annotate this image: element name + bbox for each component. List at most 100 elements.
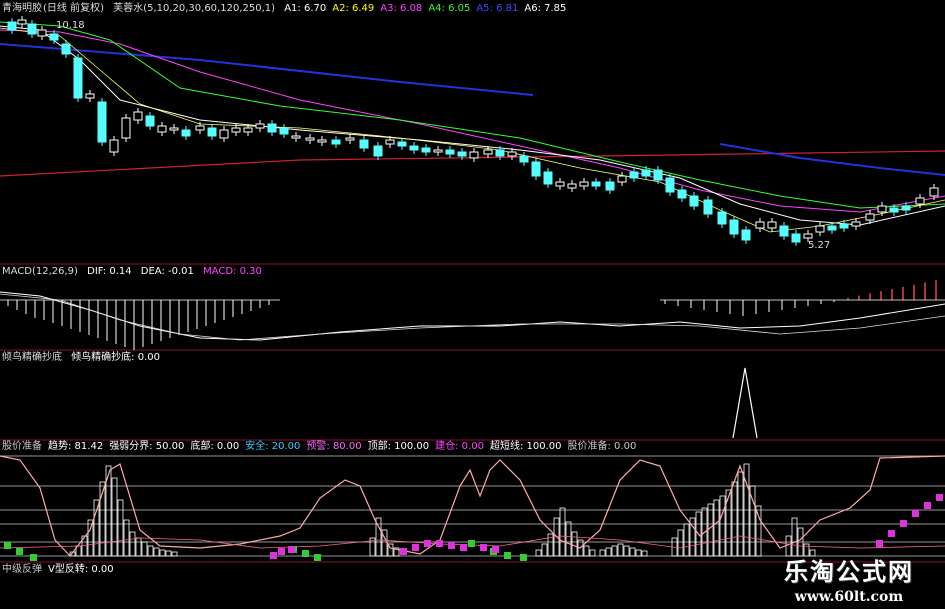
candle-body <box>133 111 143 121</box>
oscillator-bar <box>629 547 636 557</box>
green-marker <box>302 550 309 557</box>
signal-value: 倾鸟精确抄底: 0.00 <box>71 352 161 363</box>
site-watermark: 乐淘公式网 www.60lt.com <box>759 552 939 605</box>
oscillator-bar <box>725 489 732 557</box>
signal-name: 倾鸟精确抄底 <box>2 352 62 363</box>
candle-body <box>877 205 887 213</box>
candle-body <box>567 183 577 189</box>
candle-body <box>73 57 83 99</box>
candle-body <box>901 205 911 211</box>
oscillator-bar <box>565 521 572 557</box>
oscillator-bar <box>559 507 566 557</box>
oscillator-bar <box>635 549 642 557</box>
candle-body <box>157 125 167 133</box>
candle-body <box>61 43 71 55</box>
ma-yellow-line <box>0 27 945 233</box>
candle-body <box>803 233 813 239</box>
oscillator-label: 底部: 0.00 <box>190 441 240 452</box>
watermark-url: www.60lt.com <box>794 589 904 605</box>
oscillator-bar <box>677 529 684 557</box>
bottom-legend: 中级反弹 V型反转: 0.00 <box>2 564 120 576</box>
oscillator-bar <box>719 495 726 557</box>
bottom-label: V型反转: 0.00 <box>48 564 114 575</box>
candle-body <box>219 129 229 139</box>
oscillator-bar <box>147 545 154 557</box>
stock-name: 青海明胶 <box>2 3 42 14</box>
candle-body <box>291 135 301 139</box>
oscillator-label: 安全: 20.00 <box>245 441 301 452</box>
oscillator-label: 股价准备: 0.00 <box>567 441 637 452</box>
ma-label: A1: 6.70 <box>284 3 327 14</box>
oscillator-bar <box>129 531 136 557</box>
oscillator-bar <box>141 541 148 557</box>
candle-body <box>851 221 861 227</box>
oscillator-bar <box>165 550 172 557</box>
macd-dif: DIF: 0.14 <box>87 266 132 277</box>
macd-dif-line <box>0 291 945 341</box>
oscillator-bar <box>707 503 714 557</box>
green-marker <box>314 554 321 561</box>
candle-body <box>555 181 565 187</box>
oscillator-bar <box>171 551 178 557</box>
magenta-marker <box>480 544 487 551</box>
candle-body <box>791 233 801 243</box>
oscillator-label: 顶部: 100.00 <box>367 441 430 452</box>
signal-panel[interactable] <box>732 367 758 439</box>
macd-legend: MACD(12,26,9) DIF: 0.14 DEA: -0.01 MACD:… <box>2 266 268 278</box>
magenta-marker <box>492 546 499 553</box>
oscillator-bar <box>713 499 720 557</box>
oscillator-bar <box>153 547 160 557</box>
ma-label: A2: 6.49 <box>332 3 375 14</box>
oscillator-label: 趋势: 81.42 <box>48 441 104 452</box>
signal-spike <box>732 367 758 439</box>
candle-body <box>641 169 651 177</box>
oscillator-bar <box>599 549 606 557</box>
candle-body <box>689 195 699 207</box>
ma-magenta-line <box>0 29 945 213</box>
low-price-label: 5.27 <box>808 240 831 251</box>
oscillator-bar <box>541 543 548 557</box>
candle-body <box>827 225 837 231</box>
oscillator-bar <box>135 537 142 557</box>
oscillator-bar <box>93 499 100 557</box>
magenta-marker <box>888 530 895 537</box>
ma-label: A6: 7.85 <box>524 3 567 14</box>
oscillator-bar <box>123 519 130 557</box>
candle-body <box>543 171 553 185</box>
macd-dea-line <box>0 293 945 341</box>
candle-body <box>207 127 217 137</box>
price-legend: 青海明胶(日线 前复权) 芙蓉水(5,10,20,30,60,120,250,1… <box>2 3 578 15</box>
candle-body <box>591 181 601 187</box>
oscillator-panel[interactable] <box>0 455 945 561</box>
chart-period: (日线 前复权) <box>43 3 104 14</box>
oscillator-label: 建仓: 0.00 <box>435 441 484 452</box>
oscillator-bar <box>641 550 648 557</box>
price-panel[interactable] <box>0 16 945 246</box>
magenta-marker <box>436 540 443 547</box>
candle-body <box>815 225 825 233</box>
candle-body <box>317 139 327 143</box>
oscillator-label: 股价准备 <box>2 441 42 452</box>
oscillator-bar <box>623 545 630 557</box>
oscillator-bar <box>535 549 542 557</box>
candle-body <box>507 151 517 157</box>
oscillator-bar <box>617 543 624 557</box>
ma-blue-line-right <box>719 143 945 176</box>
candle-body <box>373 145 383 157</box>
candle-body <box>755 221 765 229</box>
candle-body <box>27 23 37 35</box>
candle-body <box>195 125 205 131</box>
macd-histogram <box>0 280 945 350</box>
candle-body <box>717 211 727 225</box>
magenta-marker <box>278 548 285 555</box>
magenta-marker <box>288 546 295 553</box>
green-marker <box>16 548 23 555</box>
macd-panel[interactable] <box>0 280 945 350</box>
candle-body <box>7 21 17 31</box>
candle-body <box>839 223 849 229</box>
candle-body <box>617 175 627 183</box>
oscillator-label: 强弱分界: 50.00 <box>109 441 185 452</box>
stock-chart[interactable] <box>0 0 945 609</box>
candle-body <box>181 129 191 137</box>
green-marker <box>30 554 37 561</box>
